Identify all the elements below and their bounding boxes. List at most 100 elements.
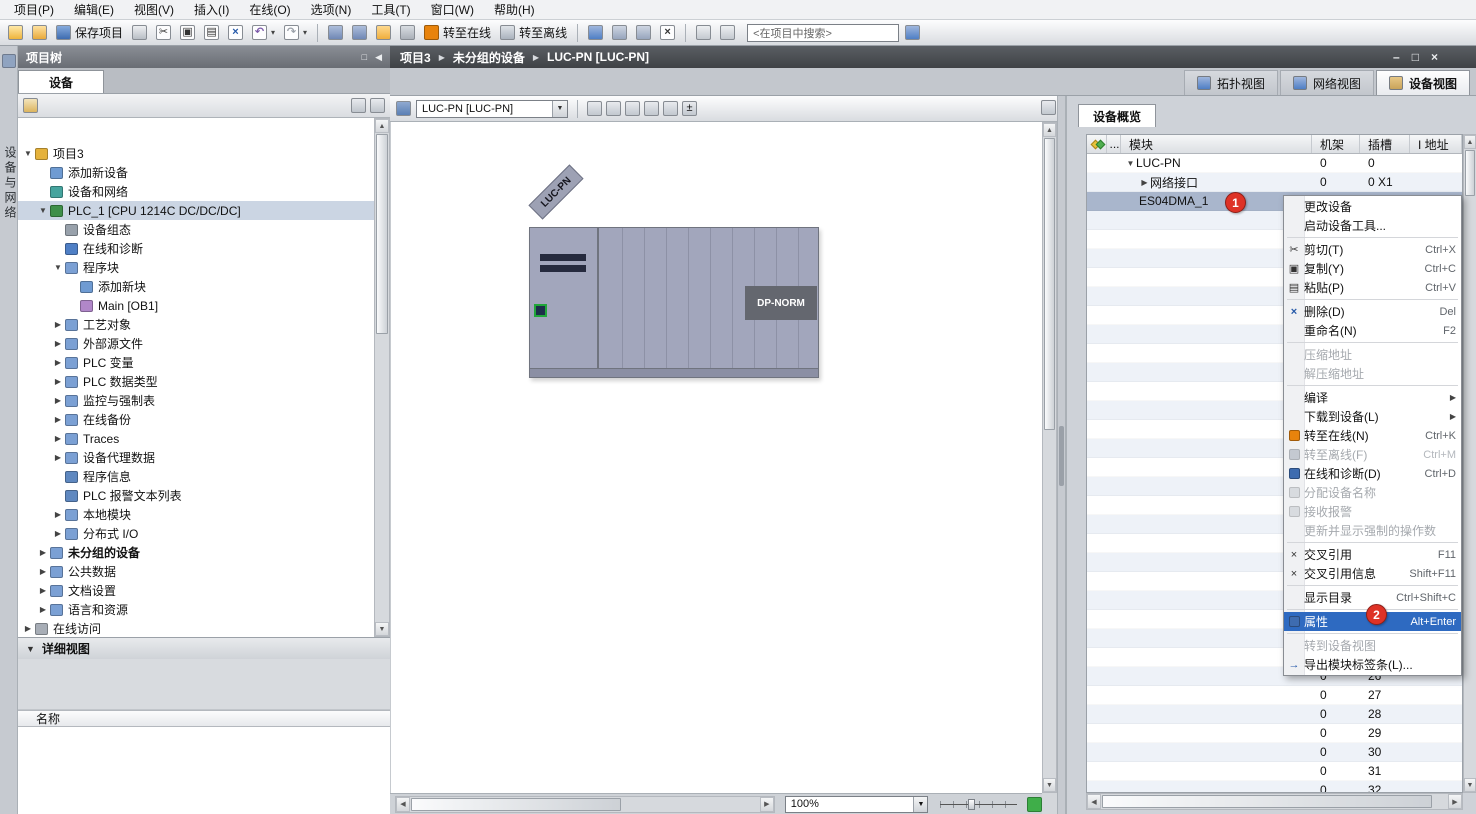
expander-icon[interactable]: ▶ bbox=[52, 415, 64, 424]
toolbar-start-cpu-button[interactable] bbox=[373, 23, 394, 43]
scrollbar-thumb[interactable] bbox=[1044, 138, 1055, 430]
expander-icon[interactable]: ▶ bbox=[37, 567, 49, 576]
table-row[interactable]: ▶网络接口00 X1 bbox=[1087, 173, 1462, 192]
menu-item[interactable]: ▤粘贴(P)Ctrl+V bbox=[1284, 278, 1461, 297]
tree-item[interactable]: ▶在线访问 bbox=[18, 619, 374, 637]
menubar-item[interactable]: 视图(V) bbox=[124, 0, 184, 20]
menu-item[interactable]: ✂剪切(T)Ctrl+X bbox=[1284, 240, 1461, 259]
expander-icon[interactable]: ▶ bbox=[52, 396, 64, 405]
toolbar-cancel-button[interactable]: × bbox=[657, 23, 678, 43]
edit-mode-icon[interactable] bbox=[625, 101, 640, 116]
scrollbar-thumb[interactable] bbox=[411, 798, 621, 811]
toolbar-undo-button[interactable]: ↶▾ bbox=[249, 23, 278, 43]
chevron-down-icon[interactable]: ▼ bbox=[913, 797, 927, 812]
scrollbar-thumb[interactable] bbox=[1102, 795, 1432, 808]
tree-item[interactable]: 程序信息 bbox=[18, 467, 374, 486]
fit-to-view-icon[interactable] bbox=[1027, 797, 1042, 812]
toolbar-print-button[interactable] bbox=[129, 23, 150, 43]
scrollbar-thumb[interactable] bbox=[1465, 150, 1475, 196]
collapsed-panel-tab[interactable]: 设备与网络 bbox=[2, 146, 19, 221]
slider-thumb-icon[interactable] bbox=[968, 799, 975, 810]
column-header[interactable]: 插槽 bbox=[1360, 135, 1410, 153]
toolbar-go-offline-button[interactable]: 转至离线 bbox=[497, 23, 570, 43]
zoom-select[interactable]: 100% ▼ bbox=[785, 796, 929, 813]
menu-item[interactable]: ▣复制(Y)Ctrl+C bbox=[1284, 259, 1461, 278]
canvas-vertical-scrollbar[interactable]: ▲ ▼ bbox=[1042, 122, 1057, 793]
table-row[interactable]: 029 bbox=[1087, 724, 1462, 743]
tree-item[interactable]: 添加新设备 bbox=[18, 163, 374, 182]
toolbar-download-to-device-button[interactable] bbox=[325, 23, 346, 43]
expander-icon[interactable]: ▶ bbox=[22, 624, 34, 633]
grid-icon[interactable] bbox=[644, 101, 659, 116]
expander-icon[interactable]: ▶ bbox=[52, 377, 64, 386]
expand-all-icon[interactable] bbox=[370, 98, 385, 113]
table-row[interactable]: 028 bbox=[1087, 705, 1462, 724]
expander-icon[interactable]: ▶ bbox=[52, 320, 64, 329]
menu-item[interactable]: ×交叉引用F11 bbox=[1284, 545, 1461, 564]
tree-item[interactable]: ▶公共数据 bbox=[18, 562, 374, 581]
tree-item[interactable]: ▶PLC 变量 bbox=[18, 353, 374, 372]
toolbar-new-project-button[interactable] bbox=[5, 23, 26, 43]
expander-icon[interactable]: ▼ bbox=[22, 149, 34, 158]
scroll-up-icon[interactable]: ▲ bbox=[1464, 135, 1476, 149]
device-data-icon[interactable] bbox=[396, 101, 411, 116]
tab-topology-view[interactable]: 拓扑视图 bbox=[1184, 70, 1278, 95]
expander-icon[interactable]: ▶ bbox=[52, 358, 64, 367]
menu-item[interactable]: ×交叉引用信息Shift+F11 bbox=[1284, 564, 1461, 583]
menubar-item[interactable]: 编辑(E) bbox=[64, 0, 124, 20]
menu-item[interactable]: 在线和诊断(D)Ctrl+D bbox=[1284, 464, 1461, 483]
menubar-item[interactable]: 插入(I) bbox=[184, 0, 239, 20]
tab-device-view[interactable]: 设备视图 bbox=[1376, 70, 1470, 95]
tab-devices[interactable]: 设备 bbox=[18, 70, 104, 93]
snapshot-icon[interactable] bbox=[1041, 100, 1056, 118]
menu-item[interactable]: 解压缩地址 bbox=[1284, 364, 1461, 383]
canvas-horizontal-scrollbar[interactable]: ◀ ▶ bbox=[395, 796, 775, 813]
pages-icon[interactable] bbox=[663, 101, 678, 116]
overview-horizontal-scrollbar[interactable]: ◀ ▶ bbox=[1086, 793, 1463, 810]
toolbar-split-editor-h-button[interactable] bbox=[693, 23, 714, 43]
details-name-column-header[interactable]: 名称 bbox=[18, 710, 390, 727]
zoom-slider[interactable] bbox=[940, 798, 1017, 811]
chevron-down-icon[interactable]: ▼ bbox=[552, 101, 567, 117]
scrollbar-thumb[interactable] bbox=[376, 134, 388, 334]
toolbar-split-editor-v-button[interactable] bbox=[717, 23, 738, 43]
toolbar-go-online-button[interactable]: 转至在线 bbox=[421, 23, 494, 43]
breadcrumb-item[interactable]: 项目3 bbox=[400, 49, 431, 66]
tree-item[interactable]: ▶文档设置 bbox=[18, 581, 374, 600]
sort-icon[interactable] bbox=[351, 98, 366, 113]
restore-icon[interactable]: □ bbox=[1412, 50, 1419, 64]
expander-icon[interactable]: ▼ bbox=[37, 206, 49, 215]
table-row[interactable]: 030 bbox=[1087, 743, 1462, 762]
column-header[interactable]: 机架 bbox=[1312, 135, 1360, 153]
tree-item[interactable]: ▼项目3 bbox=[18, 144, 374, 163]
menubar-item[interactable]: 窗口(W) bbox=[421, 0, 484, 20]
expander-icon[interactable]: ▶ bbox=[37, 605, 49, 614]
scroll-right-icon[interactable]: ▶ bbox=[1448, 794, 1462, 809]
breadcrumb-item[interactable]: 未分组的设备 bbox=[453, 49, 525, 66]
tree-item[interactable]: ▶分布式 I/O bbox=[18, 524, 374, 543]
close-icon[interactable]: × bbox=[1431, 50, 1438, 64]
menu-item[interactable]: 编译▶ bbox=[1284, 388, 1461, 407]
menu-item[interactable]: 分配设备名称 bbox=[1284, 483, 1461, 502]
toolbar-delete-button[interactable]: × bbox=[225, 23, 246, 43]
tree-item[interactable]: 在线和诊断 bbox=[18, 239, 374, 258]
tree-item[interactable]: 设备和网络 bbox=[18, 182, 374, 201]
tree-item[interactable]: ▶设备代理数据 bbox=[18, 448, 374, 467]
menubar-item[interactable]: 项目(P) bbox=[4, 0, 64, 20]
tree-item[interactable]: ▶工艺对象 bbox=[18, 315, 374, 334]
tree-item[interactable]: ▶语言和资源 bbox=[18, 600, 374, 619]
scroll-left-icon[interactable]: ◀ bbox=[1087, 794, 1101, 809]
ellipsis-column-header[interactable]: ... bbox=[1107, 135, 1121, 153]
expander-icon[interactable]: ▶ bbox=[1139, 178, 1150, 187]
project-search-input[interactable]: <在项目中搜索> bbox=[747, 24, 899, 42]
scroll-left-icon[interactable]: ◀ bbox=[396, 797, 410, 812]
menubar-item[interactable]: 选项(N) bbox=[301, 0, 362, 20]
overview-vertical-scrollbar[interactable]: ▲ ▼ bbox=[1463, 134, 1476, 793]
tree-item[interactable]: ▶在线备份 bbox=[18, 410, 374, 429]
tree-item[interactable]: 设备组态 bbox=[18, 220, 374, 239]
expander-icon[interactable]: ▼ bbox=[1125, 159, 1136, 168]
scroll-right-icon[interactable]: ▶ bbox=[760, 797, 774, 812]
toolbar-online-diagnostics-button[interactable] bbox=[585, 23, 606, 43]
zoom-icon[interactable]: ± bbox=[682, 101, 697, 116]
toolbar-save-project-button[interactable]: 保存项目 bbox=[53, 23, 126, 43]
